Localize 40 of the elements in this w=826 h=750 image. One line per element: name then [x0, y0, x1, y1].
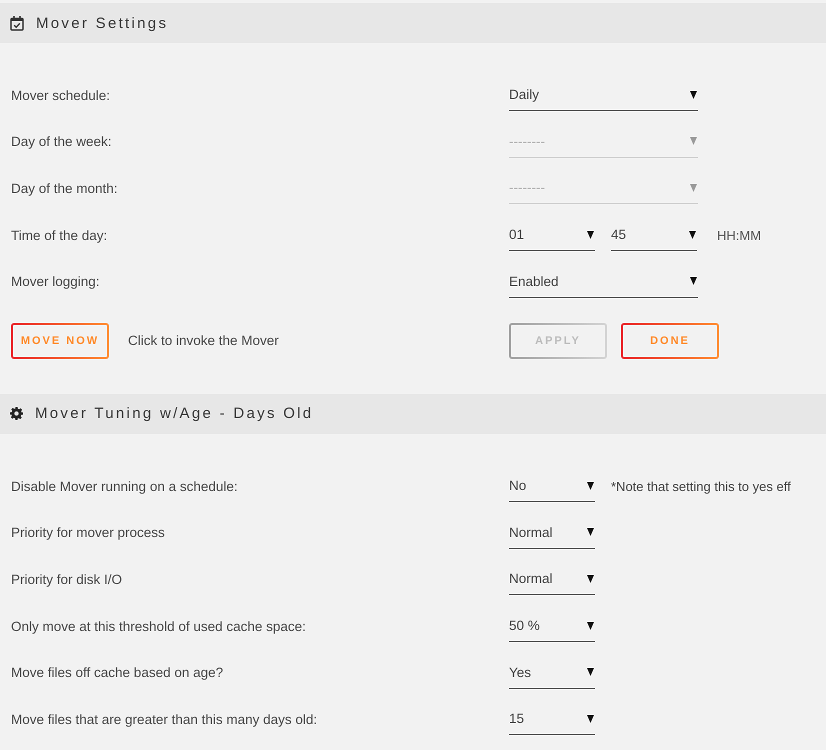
field-label: Move files off cache based on age?: [11, 665, 224, 680]
field-label: Mover logging:: [11, 274, 101, 290]
caret-icon: [690, 277, 697, 286]
field-label: Day of the month:: [11, 180, 119, 196]
caret-icon: [587, 668, 594, 676]
field-label: Day of the week:: [11, 134, 113, 150]
note-text: *Note that setting this to yes eff: [611, 478, 791, 494]
caret-icon: [690, 184, 697, 192]
dropdown[interactable]: Yes: [509, 656, 595, 689]
dropdown[interactable]: 45: [611, 219, 697, 252]
calendar-check-icon: [10, 16, 24, 30]
dropdown[interactable]: 50 %: [509, 610, 595, 642]
section-title: Mover Settings: [36, 14, 168, 32]
field-label: Time of the day:: [11, 228, 108, 243]
dropdown[interactable]: Normal: [509, 516, 595, 549]
button-description: Click to invoke the Mover: [128, 333, 279, 348]
caret-icon: [587, 482, 594, 490]
caret-icon: [587, 230, 594, 239]
caret-icon: [587, 574, 594, 583]
caret-icon: [690, 90, 697, 99]
field-label: Mover schedule:: [11, 88, 112, 103]
field-label: Move files that are greater than this many days old:: [11, 712, 318, 727]
section-title: Mover Tuning w/Age - Days Old: [35, 405, 314, 422]
dropdown[interactable]: Normal: [509, 563, 595, 596]
dropdown[interactable]: 15: [509, 703, 595, 736]
gear-icon: [10, 407, 23, 420]
caret-icon: [587, 528, 594, 536]
time-format-label: HH:MM: [717, 228, 762, 243]
caret-icon: [587, 622, 594, 630]
dropdown[interactable]: No: [509, 470, 595, 502]
caret-icon: [690, 137, 697, 146]
caret-icon: [587, 714, 594, 723]
dropdown[interactable]: Daily: [509, 79, 698, 112]
dropdown[interactable]: 01: [509, 219, 595, 252]
caret-icon: [689, 230, 696, 239]
field-label: Priority for disk I/O: [11, 572, 124, 587]
field-label: Only move at this threshold of used cache space:: [11, 618, 307, 634]
field-label: Priority for mover process: [11, 525, 166, 540]
dropdown[interactable]: Enabled: [509, 266, 698, 298]
field-label: Disable Mover running on a schedule:: [11, 478, 239, 494]
